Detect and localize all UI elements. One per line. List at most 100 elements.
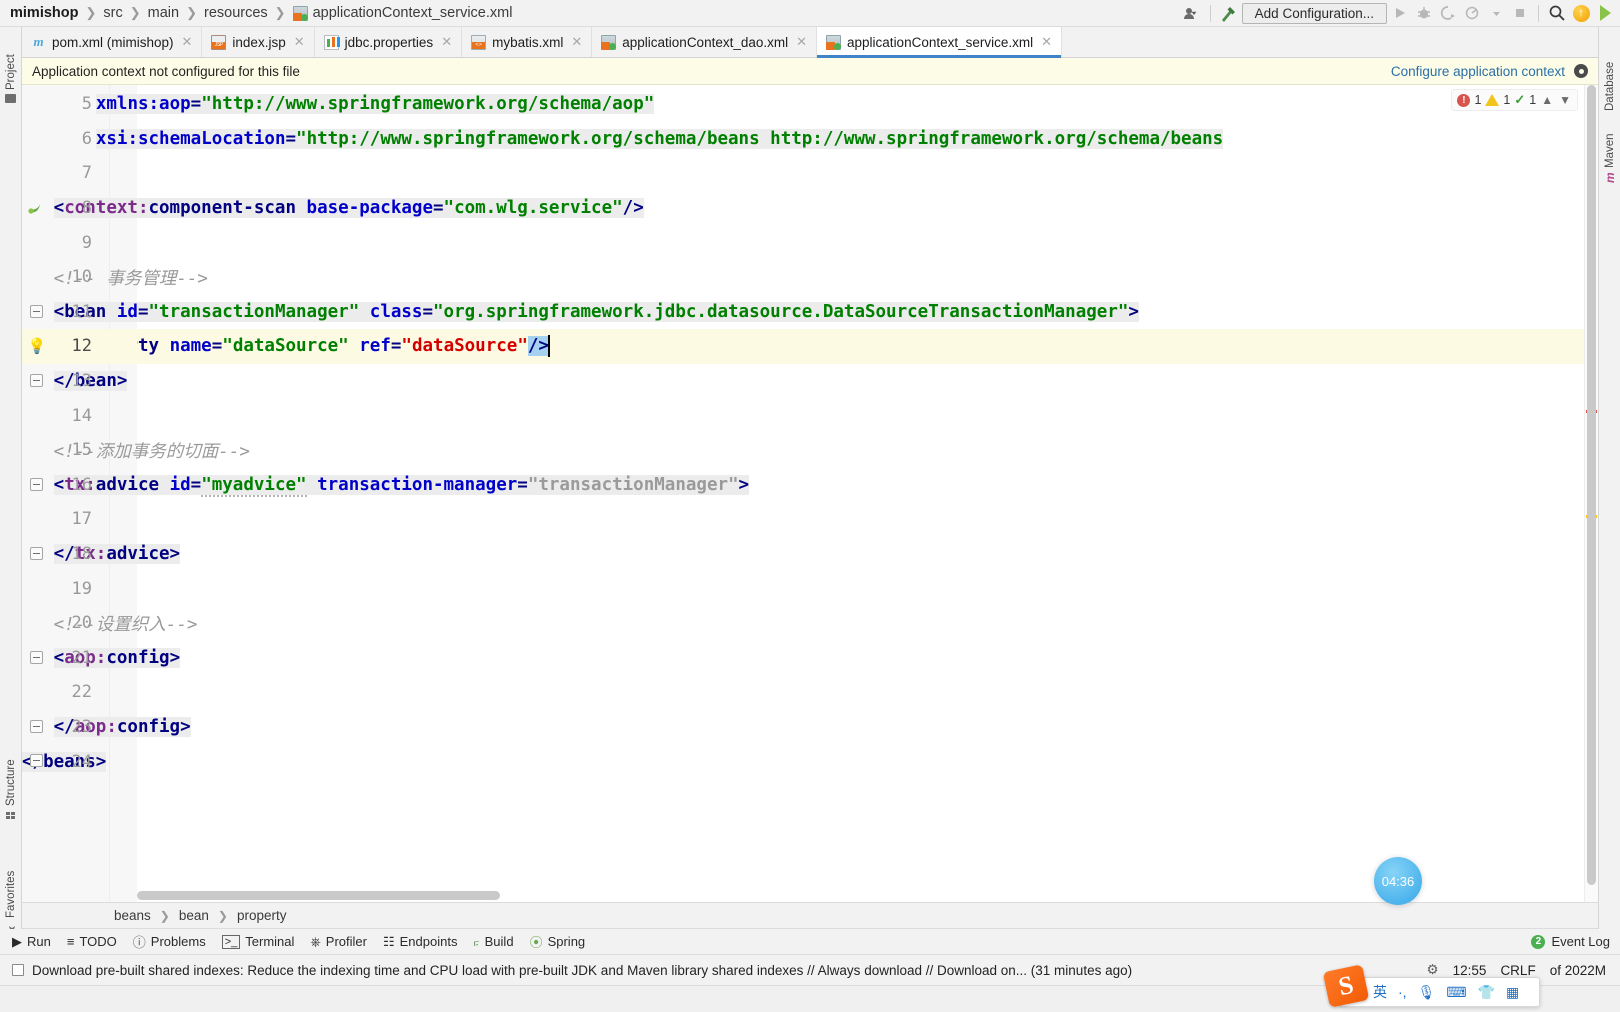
chevron-down-icon[interactable] [1485, 3, 1507, 24]
tab-mybatis-xml[interactable]: mybatis.xml ✕ [462, 27, 593, 57]
skin-icon[interactable]: 👕 [1478, 984, 1495, 1001]
code-line[interactable] [22, 156, 1598, 191]
fold-toggle[interactable] [30, 754, 43, 768]
fold-toggle[interactable] [30, 304, 43, 318]
profile-icon[interactable] [1461, 3, 1483, 24]
editor-breadcrumb-bean[interactable]: bean [179, 908, 209, 923]
configure-application-context-link[interactable]: Configure application context [1391, 64, 1565, 79]
code-line[interactable] [22, 571, 1598, 606]
editor-breadcrumb-property[interactable]: property [237, 908, 287, 923]
breadcrumb: mimishop ❯ src ❯ main ❯ resources ❯ appl… [0, 5, 512, 21]
stop-icon[interactable] [1509, 3, 1531, 24]
close-icon[interactable]: ✕ [571, 34, 582, 50]
chevron-up-icon[interactable]: ▲ [1540, 93, 1554, 107]
editor-breadcrumb-beans[interactable]: beans [114, 908, 151, 923]
build-hammer-icon[interactable] [1218, 3, 1240, 24]
tool-window-problems[interactable]: ⓘ Problems [133, 932, 206, 951]
tab-pom-xml[interactable]: m pom.xml (mimishop) ✕ [22, 27, 203, 57]
breadcrumb-src[interactable]: src [103, 5, 122, 21]
code-line[interactable]: <tx:advice id="myadvice" transaction-man… [22, 468, 1598, 503]
tab-applicationcontext-dao-xml[interactable]: applicationContext_dao.xml ✕ [592, 27, 818, 57]
close-icon[interactable]: ✕ [182, 34, 193, 50]
sidebar-item-structure[interactable]: Structure [0, 739, 22, 819]
editor-horizontal-scrollbar[interactable] [137, 889, 1582, 902]
tool-window-terminal[interactable]: >_ Terminal [221, 934, 294, 949]
sidebar-item-maven[interactable]: m Maven [1599, 123, 1620, 183]
tool-window-todo[interactable]: ≡ TODO [67, 934, 117, 949]
code-line[interactable]: <context:component-scan base-package="co… [22, 191, 1598, 226]
status-message[interactable]: Download pre-built shared indexes: Reduc… [32, 963, 1132, 978]
tool-window-profiler[interactable]: ⎈ Profiler [310, 934, 367, 950]
breadcrumb-file[interactable]: applicationContext_service.xml [292, 5, 512, 21]
code-line[interactable] [22, 225, 1598, 260]
chevron-down-icon[interactable]: ▼ [1558, 93, 1572, 107]
code-line[interactable]: xmlns:aop="http://www.springframework.or… [22, 87, 1598, 122]
breadcrumb-main[interactable]: main [148, 5, 179, 21]
code-line[interactable]: </bean> [22, 364, 1598, 399]
tab-applicationcontext-service-xml[interactable]: applicationContext_service.xml ✕ [817, 27, 1063, 58]
screen-recorder-timer[interactable]: 04:36 [1374, 857, 1422, 905]
code-line[interactable]: </tx:advice> [22, 537, 1598, 572]
ime-mode-label[interactable]: 英 [1373, 982, 1387, 1002]
fold-toggle[interactable] [30, 650, 43, 664]
code-line[interactable]: <property name="dataSource" ref="dataSou… [22, 329, 1598, 364]
ide-features-trainer-icon[interactable] [1594, 3, 1616, 24]
gear-icon[interactable] [1574, 64, 1588, 78]
run-with-coverage-icon[interactable] [1437, 3, 1459, 24]
breadcrumb-project[interactable]: mimishop [10, 5, 78, 21]
scrollbar-thumb[interactable] [137, 891, 500, 900]
memory-indicator[interactable]: of 2022M [1550, 963, 1606, 978]
toolbox-icon[interactable]: ▦ [1506, 984, 1519, 1001]
fold-toggle[interactable] [30, 477, 43, 491]
code-line[interactable]: <!-- 事务管理--> [22, 260, 1598, 295]
editor-vertical-scrollbar[interactable] [1587, 85, 1596, 885]
update-icon[interactable]: ↑ [1570, 3, 1592, 24]
fold-toggle[interactable] [30, 373, 43, 387]
code-editor[interactable]: xmlns:aop="http://www.springframework.or… [22, 85, 1598, 902]
breadcrumb-resources[interactable]: resources [204, 5, 268, 21]
code-line[interactable]: <!--添加事务的切面--> [22, 433, 1598, 468]
intention-bulb-icon[interactable]: 💡 [28, 337, 47, 355]
tab-index-jsp[interactable]: index.jsp ✕ [202, 27, 315, 57]
code-line[interactable]: <!--设置织入--> [22, 606, 1598, 641]
tab-jdbc-properties[interactable]: jdbc.properties ✕ [314, 27, 463, 57]
sidebar-item-database[interactable]: Database [1599, 33, 1620, 111]
tool-window-build[interactable]: ⟔ Build [473, 934, 513, 950]
debug-icon[interactable] [1413, 3, 1435, 24]
mic-icon[interactable]: 🎙 [1418, 984, 1436, 1001]
line-separator[interactable]: CRLF [1500, 963, 1535, 978]
code-line[interactable] [22, 675, 1598, 710]
ime-toolbar[interactable]: 英 ·, 🎙 ⌨ 👕 ▦ [1340, 977, 1540, 1007]
code-line[interactable]: </aop:config> [22, 710, 1598, 745]
caret-position[interactable]: 12:55 [1453, 963, 1487, 978]
keyboard-icon[interactable]: ⌨ [1446, 984, 1466, 1001]
close-icon[interactable]: ✕ [796, 34, 807, 50]
search-icon[interactable] [1546, 3, 1568, 24]
close-icon[interactable]: ✕ [1041, 34, 1052, 50]
fold-toggle[interactable] [30, 719, 43, 733]
tool-window-spring[interactable]: ⦿ Spring [530, 932, 586, 951]
spring-bean-icon[interactable] [25, 199, 43, 217]
tool-window-run[interactable]: ▶ Run [12, 934, 51, 950]
code-line[interactable] [22, 502, 1598, 537]
code-line[interactable]: </beans> [22, 744, 1598, 779]
indent-icon[interactable]: ⚙ [1427, 962, 1439, 978]
tool-window-endpoints[interactable]: ☷ Endpoints [383, 934, 457, 950]
run-icon[interactable] [1389, 3, 1411, 24]
code-line[interactable]: <bean id="transactionManager" class="org… [22, 295, 1598, 330]
close-icon[interactable]: ✕ [441, 34, 452, 50]
code-line[interactable]: xsi:schemaLocation="http://www.springfra… [22, 122, 1598, 157]
sidebar-item-favorites[interactable]: ★ Favorites [0, 845, 22, 937]
user-settings-icon[interactable] [1181, 3, 1203, 24]
inspections-widget[interactable]: ! 1 1 ✓ 1 ▲ ▼ [1451, 89, 1578, 111]
ime-punctuation-icon[interactable]: ·, [1398, 984, 1407, 1000]
code-token: = [190, 474, 202, 495]
notification-icon[interactable] [12, 964, 24, 976]
code-line[interactable] [22, 398, 1598, 433]
close-icon[interactable]: ✕ [294, 34, 305, 50]
code-line[interactable]: <aop:config> [22, 641, 1598, 676]
tool-window-event-log[interactable]: Event Log [1551, 934, 1610, 949]
add-configuration-button[interactable]: Add Configuration... [1241, 2, 1387, 24]
sidebar-item-project[interactable]: Project [0, 33, 22, 103]
fold-toggle[interactable] [30, 546, 43, 560]
